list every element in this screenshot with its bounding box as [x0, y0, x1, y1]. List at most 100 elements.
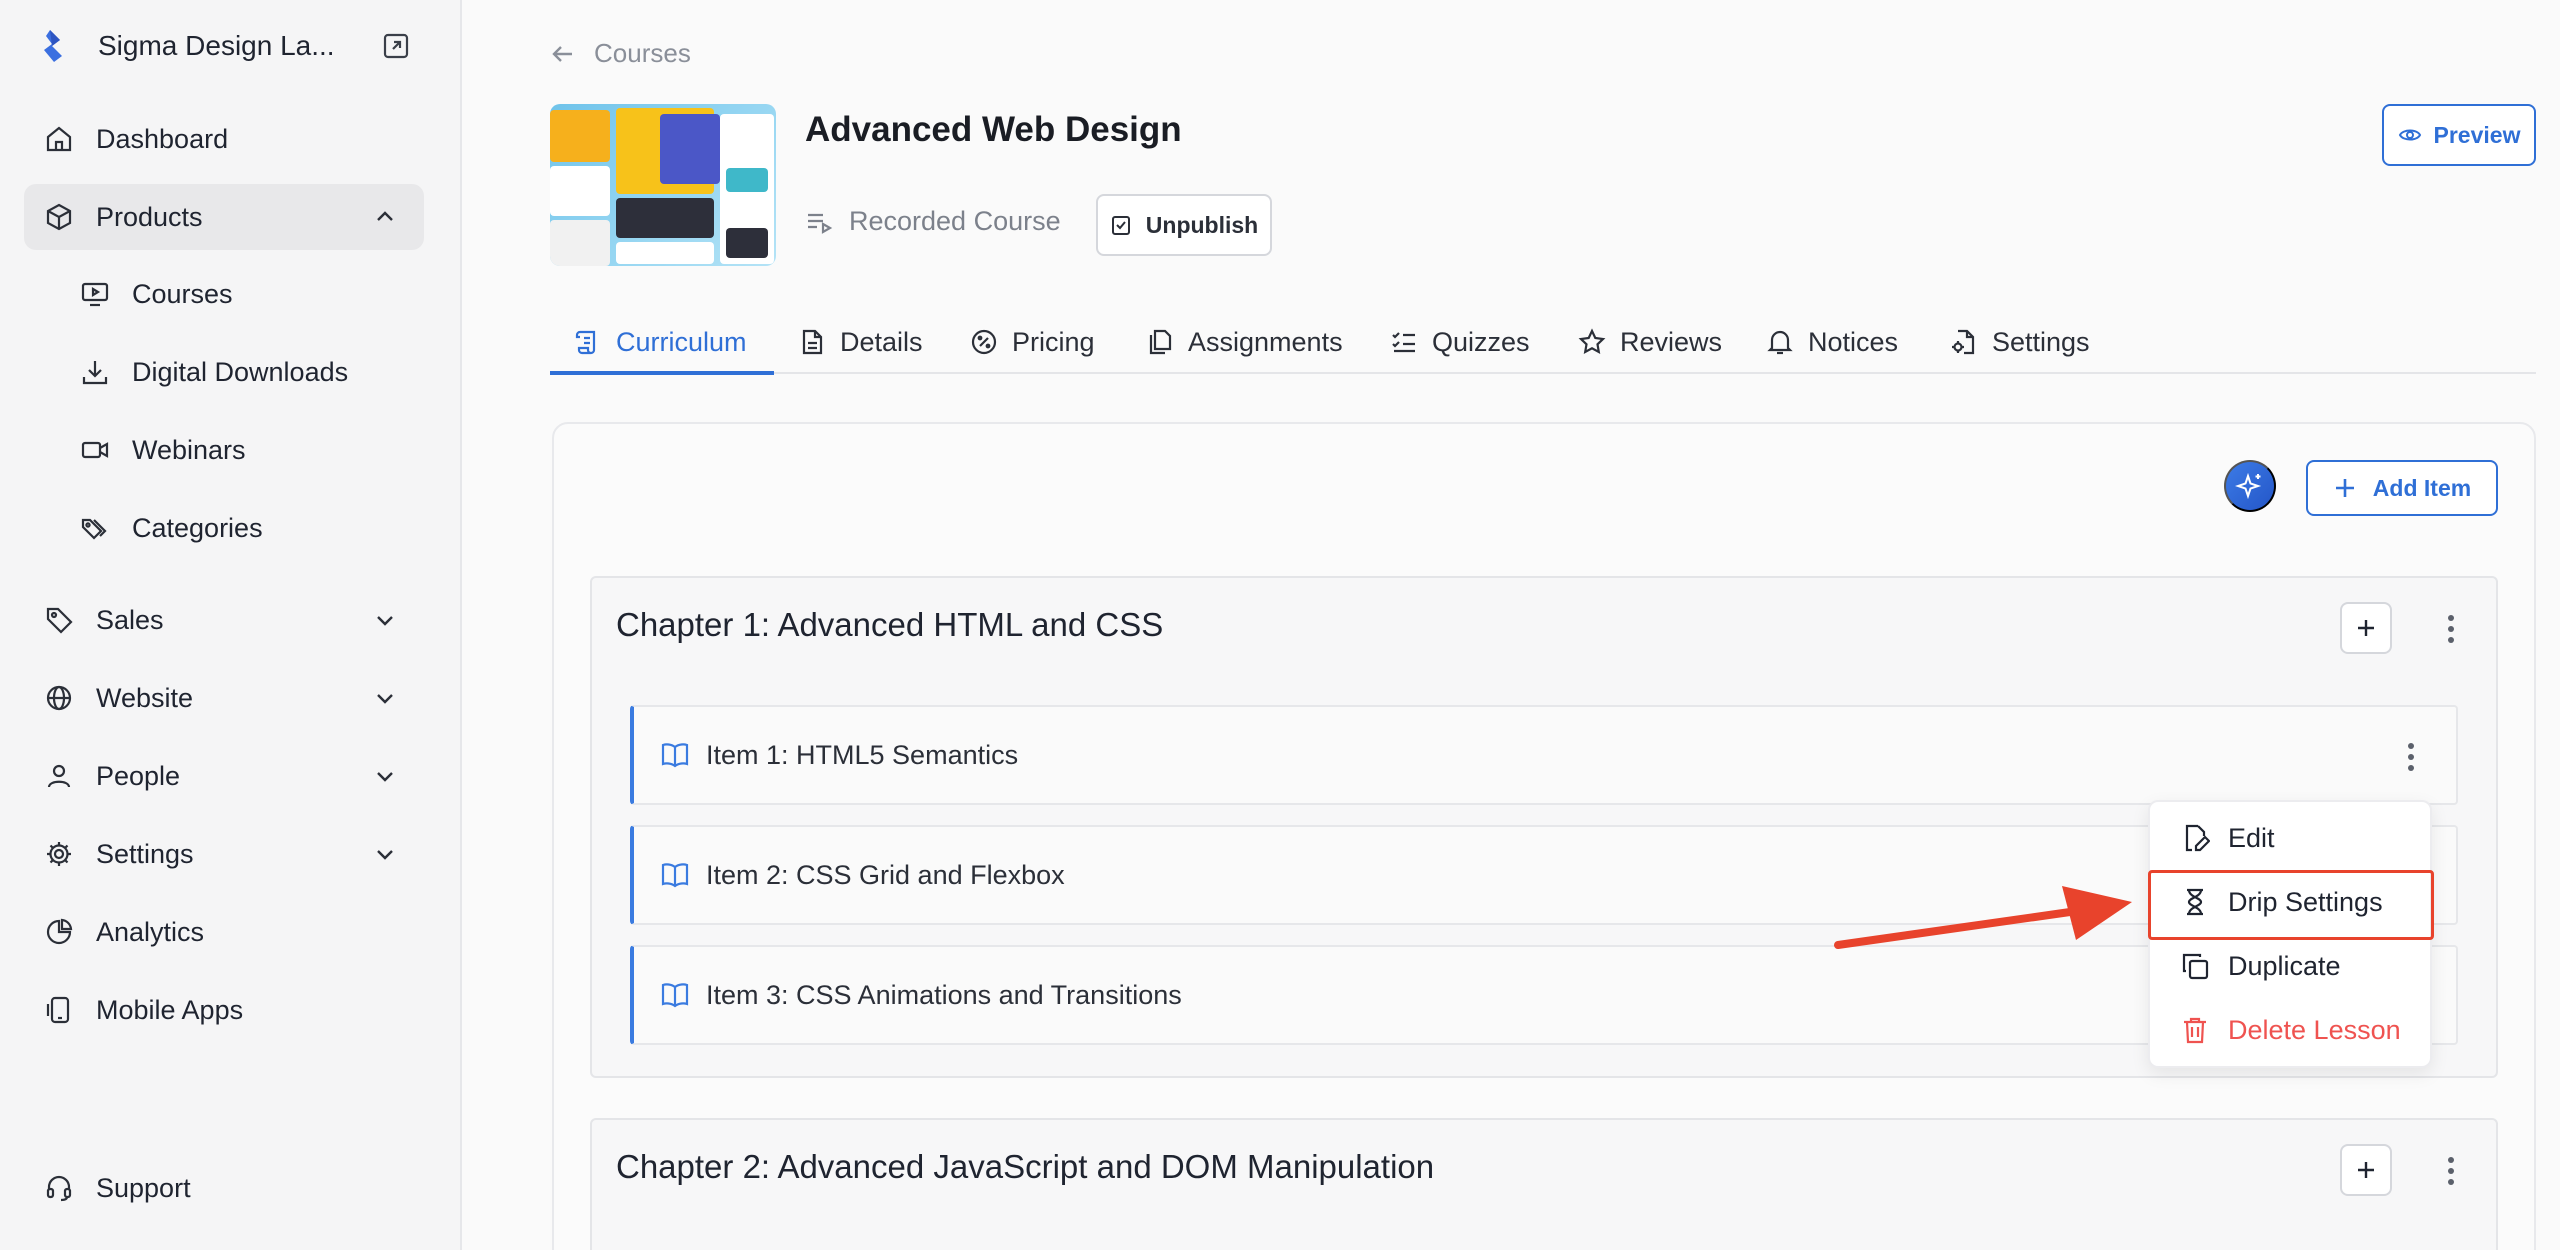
unpublish-button[interactable]: Unpublish	[1096, 194, 1272, 256]
tab-settings[interactable]: Settings	[1950, 310, 2090, 374]
sidebar-item-people[interactable]: People	[24, 743, 424, 809]
menu-item-label: Edit	[2228, 822, 2275, 853]
star-icon	[1578, 328, 1606, 355]
sidebar-subitem-label: Digital Downloads	[132, 356, 349, 387]
box-icon	[46, 203, 72, 231]
tab-assignments[interactable]: Assignments	[1146, 310, 1343, 374]
lesson-title: Item 1: HTML5 Semantics	[706, 739, 1019, 770]
tab-label: Settings	[1992, 326, 2090, 357]
course-tabs: Curriculum Details Pricing Assignments Q…	[550, 310, 2536, 375]
tab-notices[interactable]: Notices	[1766, 310, 1898, 374]
sidebar-item-settings[interactable]: Settings	[24, 821, 424, 887]
lesson-title: Item 3: CSS Animations and Transitions	[706, 979, 1182, 1010]
menu-item-drip-settings[interactable]: Drip Settings	[2150, 872, 2434, 932]
menu-item-delete-lesson[interactable]: Delete Lesson	[2150, 1000, 2434, 1060]
sidebar-item-mobile-apps[interactable]: Mobile Apps	[24, 977, 424, 1043]
pie-chart-icon	[46, 918, 73, 945]
chevron-down-icon	[377, 772, 393, 782]
plus-icon	[2358, 620, 2374, 636]
lesson-context-menu: Edit Drip Settings Duplicate Delete Less…	[2148, 800, 2432, 1068]
tab-pricing[interactable]: Pricing	[970, 310, 1095, 374]
chapter-card: Chapter 2: Advanced JavaScript and DOM M…	[590, 1118, 2498, 1250]
chapter-add-button[interactable]	[2340, 1144, 2392, 1196]
tag-icon	[46, 607, 73, 634]
menu-item-edit[interactable]: Edit	[2150, 808, 2434, 868]
chapter-add-button[interactable]	[2340, 602, 2392, 654]
sidebar-item-label: Support	[96, 1172, 191, 1203]
lesson-row[interactable]: Item 1: HTML5 Semantics	[630, 705, 2458, 805]
chevron-up-icon	[377, 211, 393, 221]
menu-item-label: Duplicate	[2228, 950, 2341, 981]
arrow-left-icon[interactable]	[550, 41, 576, 67]
gear-icon	[47, 842, 71, 866]
preview-button[interactable]: Preview	[2382, 104, 2536, 166]
sidebar-item-analytics[interactable]: Analytics	[24, 899, 424, 965]
add-item-button[interactable]: Add Item	[2306, 460, 2498, 516]
sidebar-subitem-digital-downloads[interactable]: Digital Downloads	[80, 342, 424, 402]
file-edit-icon	[2185, 824, 2210, 852]
scroll-icon	[575, 330, 596, 355]
mobile-icon	[46, 996, 70, 1024]
ai-generate-button[interactable]	[2224, 460, 2276, 512]
checklist-icon	[1392, 332, 1415, 353]
video-screen-icon	[81, 282, 109, 307]
tab-curriculum[interactable]: Curriculum	[574, 310, 747, 374]
more-vertical-icon[interactable]	[2446, 614, 2456, 644]
sidebar-subitem-label: Courses	[132, 278, 233, 309]
external-link-icon[interactable]	[382, 32, 410, 60]
breadcrumb-link-courses[interactable]: Courses	[594, 38, 691, 69]
open-book-icon	[661, 983, 689, 1008]
copy-document-icon	[1149, 329, 1172, 355]
menu-item-label: Drip Settings	[2228, 886, 2383, 917]
tab-quizzes[interactable]: Quizzes	[1390, 310, 1530, 374]
file-settings-icon	[1952, 329, 1975, 355]
sidebar-item-website[interactable]: Website	[24, 665, 424, 731]
sidebar-subitem-categories[interactable]: Categories	[80, 498, 424, 558]
lesson-title: Item 2: CSS Grid and Flexbox	[706, 859, 1065, 890]
menu-item-duplicate[interactable]: Duplicate	[2150, 936, 2434, 996]
download-icon	[82, 361, 108, 385]
open-book-icon	[661, 863, 689, 888]
tab-label: Pricing	[1012, 326, 1095, 357]
tab-details[interactable]: Details	[798, 310, 923, 374]
headset-icon	[46, 1175, 72, 1202]
sidebar-subitem-label: Webinars	[132, 434, 246, 465]
sidebar-item-label: Analytics	[96, 916, 205, 947]
sidebar-item-label: Dashboard	[96, 123, 229, 154]
sidebar-item-sales[interactable]: Sales	[24, 587, 424, 653]
sidebar-item-label: Products	[96, 201, 203, 232]
brand[interactable]: Sigma Design La...	[40, 26, 410, 66]
sidebar: Sigma Design La... Dashboard Products Co…	[0, 0, 462, 1250]
sidebar-item-support[interactable]: Support	[24, 1155, 424, 1221]
brand-logo-icon	[44, 30, 62, 62]
menu-item-label: Delete Lesson	[2228, 1014, 2401, 1045]
tab-reviews[interactable]: Reviews	[1578, 310, 1722, 374]
sidebar-item-label: Sales	[96, 604, 164, 635]
chevron-down-icon	[377, 616, 393, 626]
sparkle-icon	[2235, 472, 2262, 500]
video-camera-icon	[81, 441, 109, 459]
sidebar-item-label: Settings	[96, 838, 194, 869]
sidebar-item-products[interactable]: Products	[24, 184, 424, 250]
sidebar-item-label: Mobile Apps	[96, 994, 244, 1025]
chapter-title: Chapter 2: Advanced JavaScript and DOM M…	[616, 1148, 1435, 1185]
trash-icon	[2184, 1017, 2206, 1044]
active-tab-indicator	[550, 371, 774, 375]
discount-badge-icon	[971, 329, 997, 355]
tab-label: Reviews	[1620, 326, 1723, 357]
more-vertical-icon[interactable]	[2446, 1156, 2456, 1186]
sidebar-item-dashboard[interactable]: Dashboard	[24, 106, 424, 172]
tab-label: Assignments	[1188, 326, 1343, 357]
preview-label: Preview	[2433, 121, 2521, 148]
clipboard-check-icon	[1111, 216, 1130, 235]
playlist-icon	[808, 213, 833, 234]
chevron-down-icon	[377, 694, 393, 704]
page-title: Advanced Web Design	[805, 110, 1182, 149]
sidebar-subitem-courses[interactable]: Courses	[80, 264, 424, 324]
open-book-icon	[661, 743, 689, 768]
more-vertical-icon[interactable]	[2406, 742, 2416, 772]
user-icon	[47, 764, 71, 788]
sidebar-subitem-webinars[interactable]: Webinars	[80, 420, 424, 480]
breadcrumb[interactable]: Courses	[550, 38, 691, 69]
chapter-title: Chapter 1: Advanced HTML and CSS	[616, 606, 1164, 643]
